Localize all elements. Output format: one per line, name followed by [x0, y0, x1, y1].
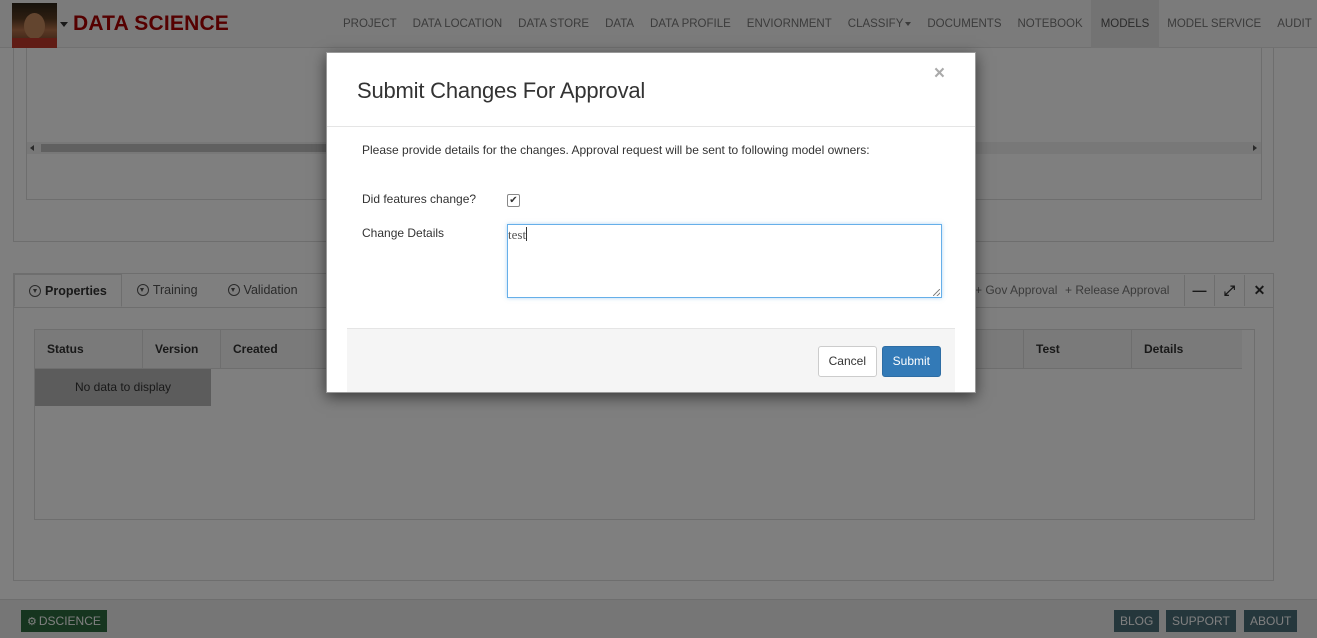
approval-dialog: Submit Changes For Approval × Please pro…: [326, 52, 976, 393]
features-changed-label: Did features change?: [362, 192, 477, 206]
change-details-textarea[interactable]: test: [507, 224, 942, 298]
cancel-button[interactable]: Cancel: [817, 346, 877, 377]
change-details-label: Change Details: [362, 226, 445, 240]
close-icon[interactable]: ×: [934, 63, 945, 85]
dialog-header: Submit Changes For Approval ×: [327, 53, 975, 127]
resize-handle[interactable]: [933, 289, 940, 296]
dialog-footer: Cancel Submit: [347, 328, 955, 392]
features-changed-checkbox[interactable]: ✔: [507, 194, 520, 207]
dialog-description: Please provide details for the changes. …: [362, 143, 870, 157]
dialog-title: Submit Changes For Approval: [357, 78, 646, 103]
text-cursor: [526, 227, 528, 241]
change-details-value: test: [508, 227, 527, 242]
checkmark-icon: ✔: [509, 195, 518, 206]
submit-button[interactable]: Submit: [881, 346, 941, 377]
